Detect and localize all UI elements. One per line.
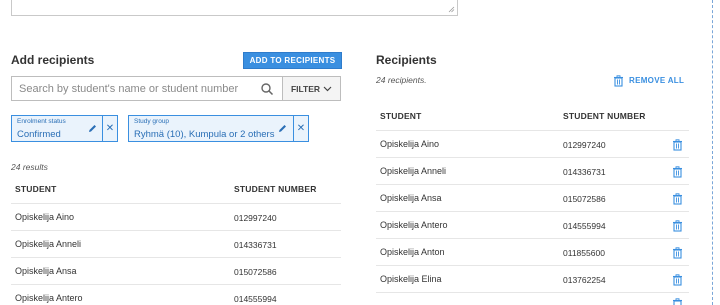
table-row[interactable]: Opiskelija Anneli 014336731	[11, 230, 341, 257]
student-name: Opiskelija Anneli	[15, 239, 82, 249]
trash-icon[interactable]	[672, 139, 683, 151]
message-textarea[interactable]	[11, 0, 458, 16]
table-row: Opiskelija Anton 011855600	[376, 238, 689, 265]
table-row[interactable]: Opiskelija Aino 012997240	[11, 203, 341, 230]
search-box[interactable]: Search by student's name or student numb…	[11, 76, 283, 101]
remove-all-label: REMOVE ALL	[629, 76, 685, 85]
results-count: 24 results	[11, 162, 48, 172]
table-row[interactable]: Opiskelija Antero 014555994	[11, 284, 341, 305]
remove-all-button[interactable]: REMOVE ALL	[613, 74, 684, 87]
filter-button[interactable]: FILTER	[283, 76, 341, 101]
table-row: Opiskelija Aino 012997240	[376, 130, 689, 157]
chip-label: Study group	[134, 118, 170, 125]
filter-chip-study-group: Study group Ryhmä (10), Kumpula or 2 oth…	[128, 115, 309, 142]
student-number: 015072586	[234, 267, 277, 277]
table-row: Opiskelija Elina 013762254	[376, 265, 689, 292]
column-header-student: STUDENT	[380, 111, 422, 121]
pencil-icon[interactable]	[87, 123, 98, 134]
chip-value: Confirmed	[17, 129, 61, 140]
trash-icon[interactable]	[672, 247, 683, 259]
search-input[interactable]: Search by student's name or student numb…	[19, 83, 238, 95]
panel-edge-divider	[712, 0, 713, 305]
student-number: 012997240	[234, 213, 277, 223]
column-header-student-number: STUDENT NUMBER	[563, 111, 646, 121]
student-name: Opiskelija Ansa	[15, 266, 77, 276]
recipient-name: Opiskelija Anneli	[380, 166, 447, 176]
add-recipients-title: Add recipients	[11, 53, 95, 67]
filter-label: FILTER	[290, 83, 321, 94]
pencil-icon[interactable]	[277, 123, 288, 134]
chip-value: Ryhmä (10), Kumpula or 2 others	[134, 129, 275, 140]
trash-icon[interactable]	[672, 166, 683, 178]
add-to-recipients-button[interactable]: ADD TO RECIPIENTS	[243, 52, 342, 69]
recipient-name: Opiskelija Elina	[380, 274, 442, 284]
recipients-count: 24 recipients.	[376, 75, 427, 85]
recipient-name: Opiskelija Antero	[380, 220, 448, 230]
table-row: Opiskelija Ansa 015072586	[376, 184, 689, 211]
table-row[interactable]: Opiskelija Ansa 015072586	[11, 257, 341, 284]
trash-icon[interactable]	[672, 220, 683, 232]
recipient-name: Opiskelija Anton	[380, 247, 445, 257]
close-icon[interactable]: ✕	[102, 116, 117, 141]
table-row	[376, 292, 689, 305]
student-name: Opiskelija Antero	[15, 293, 83, 303]
resize-grip-icon[interactable]	[448, 6, 455, 13]
trash-icon	[614, 74, 623, 87]
chevron-down-icon	[323, 86, 332, 91]
trash-icon[interactable]	[672, 193, 683, 205]
recipient-number: 013762254	[563, 275, 606, 285]
filter-chip-enrolment-status: Enrolment status Confirmed ✕	[11, 115, 118, 142]
student-number: 014336731	[234, 240, 277, 250]
recipients-title: Recipients	[376, 53, 437, 67]
chip-label: Enrolment status	[17, 118, 66, 125]
trash-icon[interactable]	[672, 274, 683, 286]
trash-icon[interactable]	[672, 298, 683, 305]
recipient-number: 015072586	[563, 194, 606, 204]
recipient-number: 014336731	[563, 167, 606, 177]
student-number: 014555994	[234, 294, 277, 304]
table-row: Opiskelija Antero 014555994	[376, 211, 689, 238]
recipient-name: Opiskelija Aino	[380, 139, 440, 149]
recipient-number: 014555994	[563, 221, 606, 231]
recipient-number: 012997240	[563, 140, 606, 150]
recipient-number: 011855600	[563, 248, 605, 258]
column-header-student-number: STUDENT NUMBER	[234, 184, 317, 194]
table-row: Opiskelija Anneli 014336731	[376, 157, 689, 184]
student-name: Opiskelija Aino	[15, 212, 75, 222]
search-icon[interactable]	[260, 82, 274, 96]
recipient-name: Opiskelija Ansa	[380, 193, 442, 203]
column-header-student: STUDENT	[15, 184, 57, 194]
close-icon[interactable]: ✕	[293, 116, 308, 141]
